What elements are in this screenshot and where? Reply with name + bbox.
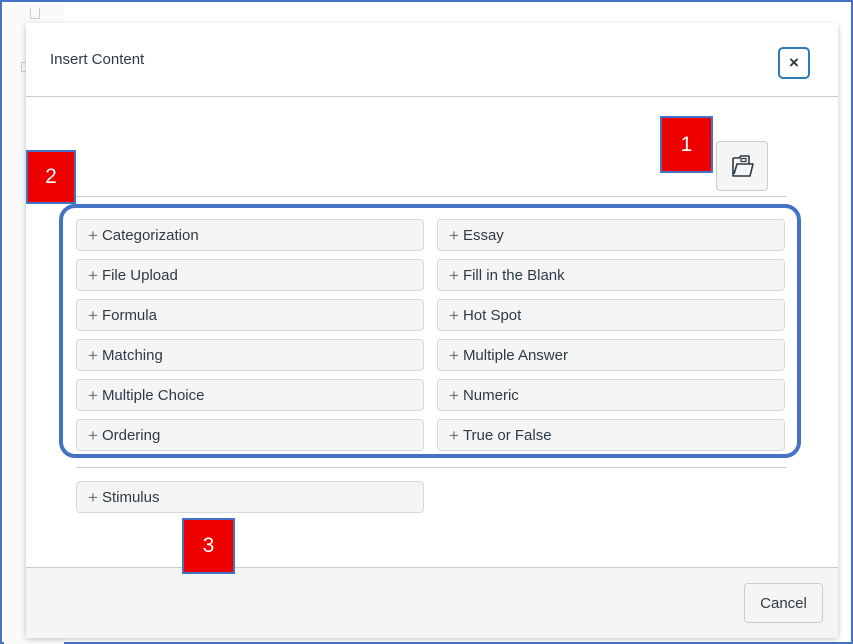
- divider: [76, 467, 786, 468]
- add-file-upload-button[interactable]: + File Upload: [76, 259, 424, 291]
- add-stimulus-button[interactable]: + Stimulus: [76, 481, 424, 513]
- plus-icon: +: [449, 225, 459, 245]
- add-multiple-choice-button[interactable]: + Multiple Choice: [76, 379, 424, 411]
- plus-icon: +: [88, 265, 98, 285]
- item-label: Multiple Choice: [101, 386, 205, 404]
- dialog-footer: Cancel: [26, 567, 838, 638]
- plus-icon: +: [449, 345, 459, 365]
- item-label: Formula: [101, 306, 157, 324]
- add-categorization-button[interactable]: + Categorization: [76, 219, 424, 251]
- plus-icon: +: [449, 305, 459, 325]
- divider: [76, 196, 786, 197]
- cancel-button[interactable]: Cancel: [744, 583, 823, 623]
- close-button[interactable]: ×: [778, 47, 810, 79]
- callout-badge-2: 2: [26, 150, 76, 204]
- item-label: Hot Spot: [462, 306, 522, 324]
- callout-badge-1: 1: [660, 116, 713, 173]
- item-label: Categorization: [101, 226, 199, 244]
- plus-icon: +: [88, 425, 98, 445]
- plus-icon: +: [88, 487, 98, 507]
- item-label: Matching: [101, 346, 163, 364]
- add-essay-button[interactable]: + Essay: [437, 219, 785, 251]
- add-fill-in-the-blank-button[interactable]: + Fill in the Blank: [437, 259, 785, 291]
- item-label: Numeric: [462, 386, 519, 404]
- folder-open-icon: [732, 155, 754, 177]
- item-label: Stimulus: [101, 488, 160, 506]
- item-label: Ordering: [101, 426, 161, 444]
- callout-badge-3: 3: [182, 518, 235, 574]
- add-matching-button[interactable]: + Matching: [76, 339, 424, 371]
- item-label: Multiple Answer: [462, 346, 568, 364]
- insert-content-dialog: Insert Content × + Categorization + Essa…: [26, 23, 838, 638]
- add-formula-button[interactable]: + Formula: [76, 299, 424, 331]
- item-label: True or False: [462, 426, 552, 444]
- plus-icon: +: [449, 265, 459, 285]
- add-ordering-button[interactable]: + Ordering: [76, 419, 424, 451]
- item-label: Essay: [462, 226, 504, 244]
- add-multiple-answer-button[interactable]: + Multiple Answer: [437, 339, 785, 371]
- item-label: File Upload: [101, 266, 178, 284]
- item-label: Fill in the Blank: [462, 266, 565, 284]
- content-type-grid: + Categorization + Essay + File Upload +…: [76, 219, 786, 451]
- plus-icon: +: [88, 345, 98, 365]
- plus-icon: +: [449, 425, 459, 445]
- add-hot-spot-button[interactable]: + Hot Spot: [437, 299, 785, 331]
- add-numeric-button[interactable]: + Numeric: [437, 379, 785, 411]
- plus-icon: +: [88, 385, 98, 405]
- dialog-title: Insert Content: [50, 51, 145, 68]
- plus-icon: +: [449, 385, 459, 405]
- add-true-or-false-button[interactable]: + True or False: [437, 419, 785, 451]
- plus-icon: +: [88, 225, 98, 245]
- background-element: [30, 8, 40, 19]
- screenshot-frame: Insert Content × + Categorization + Essa…: [0, 0, 853, 644]
- open-content-button[interactable]: [716, 141, 768, 191]
- dialog-header: Insert Content ×: [26, 23, 838, 97]
- plus-icon: +: [88, 305, 98, 325]
